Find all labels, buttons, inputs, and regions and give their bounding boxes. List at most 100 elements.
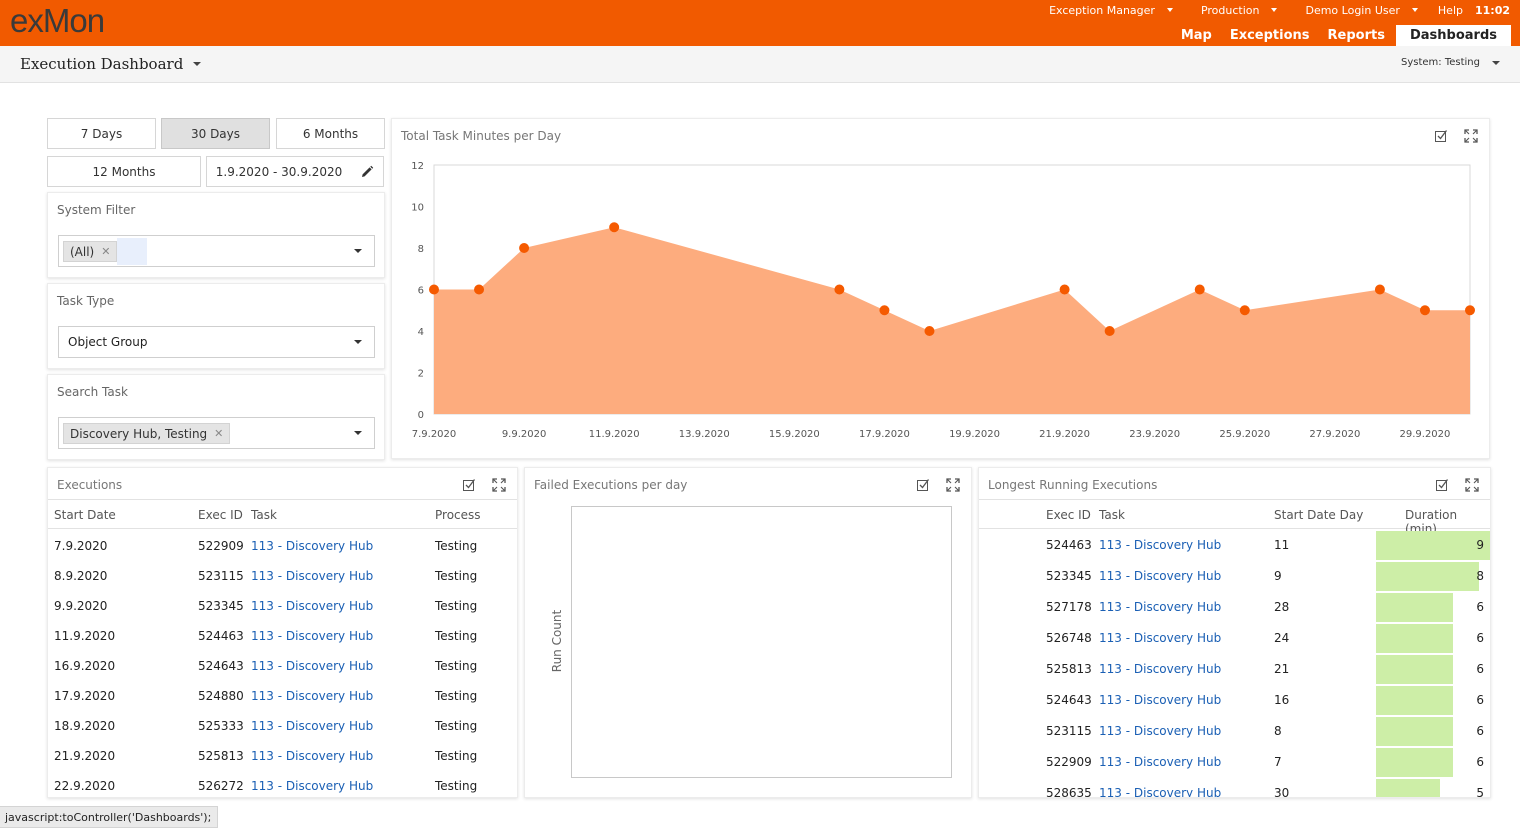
help-link[interactable]: Help — [1432, 4, 1469, 17]
exmon-logo[interactable]: ex Mon — [10, 2, 105, 42]
table-row[interactable]: 523115 113 - Discovery Hub 8 6 — [979, 716, 1490, 747]
task-link[interactable]: 113 - Discovery Hub — [251, 779, 373, 793]
checklist-icon[interactable] — [1434, 477, 1450, 493]
checklist-icon[interactable] — [915, 477, 931, 493]
range-12-months-button[interactable]: 12 Months — [47, 156, 201, 187]
tag-label: (All) — [70, 244, 95, 259]
task-link[interactable]: 113 - Discovery Hub — [251, 539, 373, 553]
chevron-down-icon[interactable] — [354, 340, 362, 344]
system-filter-select[interactable]: (All) ✕ — [58, 235, 375, 267]
data-point — [1059, 284, 1070, 295]
task-link[interactable]: 113 - Discovery Hub — [251, 659, 373, 673]
duration-cell: 6 — [1476, 600, 1484, 614]
user-menu[interactable]: Demo Login User — [1291, 4, 1431, 17]
exec-id-cell: 528635 — [1046, 786, 1092, 798]
executions-card: Executions Start Date Exec ID Task Proce… — [47, 467, 518, 798]
edit-date-range-button[interactable] — [351, 156, 384, 187]
duration-cell: 6 — [1476, 724, 1484, 738]
nav-exceptions[interactable]: Exceptions — [1221, 28, 1319, 46]
table-row[interactable]: 522909 113 - Discovery Hub 7 6 — [979, 747, 1490, 778]
task-type-select[interactable]: Object Group — [58, 326, 375, 358]
checklist-icon[interactable] — [461, 477, 477, 493]
expand-icon[interactable] — [1464, 477, 1480, 493]
task-link[interactable]: 113 - Discovery Hub — [1099, 631, 1221, 645]
task-link[interactable]: 113 - Discovery Hub — [251, 569, 373, 583]
col-exec-id[interactable]: Exec ID — [198, 508, 243, 522]
start-day-cell: 7 — [1274, 755, 1282, 769]
x-tick-label: 21.9.2020 — [1039, 429, 1090, 440]
date-range-button[interactable]: 1.9.2020 - 30.9.2020 — [206, 156, 352, 187]
search-task-select[interactable]: Discovery Hub, Testing ✕ — [58, 417, 375, 449]
start-date-cell: 7.9.2020 — [54, 539, 108, 553]
range-7-days-button[interactable]: 7 Days — [47, 118, 156, 149]
table-row[interactable]: 528635 113 - Discovery Hub 30 5 — [979, 778, 1490, 798]
col-start-date[interactable]: Start Date — [54, 508, 116, 522]
table-row[interactable]: 7.9.2020 522909 113 - Discovery Hub Testing — [48, 531, 517, 561]
expand-icon[interactable] — [491, 477, 507, 493]
col-task[interactable]: Task — [251, 508, 277, 522]
task-link[interactable]: 113 - Discovery Hub — [1099, 786, 1221, 797]
data-point — [609, 222, 620, 233]
table-row[interactable]: 527178 113 - Discovery Hub 28 6 — [979, 592, 1490, 623]
exec-id-cell: 524463 — [198, 629, 244, 643]
nav-reports[interactable]: Reports — [1319, 28, 1394, 46]
table-row[interactable]: 21.9.2020 525813 113 - Discovery Hub Testin… — [48, 741, 517, 771]
expand-icon[interactable] — [945, 477, 961, 493]
table-row[interactable]: 9.9.2020 523345 113 - Discovery Hub Testing — [48, 591, 517, 621]
exec-id-cell: 523345 — [1046, 569, 1092, 583]
task-link[interactable]: 113 - Discovery Hub — [251, 599, 373, 613]
table-row[interactable]: 523345 113 - Discovery Hub 9 8 — [979, 561, 1490, 592]
data-point — [1104, 326, 1115, 336]
duration-bar — [1376, 717, 1454, 746]
table-row[interactable]: 16.9.2020 524643 113 - Discovery Hub Testin… — [48, 651, 517, 681]
table-row[interactable]: 524463 113 - Discovery Hub 11 9 — [979, 530, 1490, 561]
range-6-months-button[interactable]: 6 Months — [276, 118, 385, 149]
task-minutes-chart-card: Total Task Minutes per Day 0 2 4 6 8 10 12 7.9.… — [391, 118, 1490, 459]
environment-menu[interactable]: Production — [1187, 4, 1292, 17]
x-tick-label: 13.9.2020 — [679, 429, 730, 440]
col-start-date-day[interactable]: Start Date Day — [1274, 508, 1363, 522]
col-exec-id[interactable]: Exec ID — [1046, 508, 1091, 522]
task-link[interactable]: 113 - Discovery Hub — [1099, 662, 1221, 676]
data-point — [1374, 284, 1385, 295]
remove-tag-icon[interactable]: ✕ — [214, 427, 223, 440]
chevron-down-icon[interactable] — [354, 249, 362, 253]
nav-dashboards[interactable]: Dashboards — [1395, 25, 1511, 46]
remove-tag-icon[interactable]: ✕ — [101, 245, 110, 258]
task-link[interactable]: 113 - Discovery Hub — [251, 749, 373, 763]
task-link[interactable]: 113 - Discovery Hub — [1099, 600, 1221, 614]
chevron-down-icon[interactable] — [354, 431, 362, 435]
exec-id-cell: 525813 — [1046, 662, 1092, 676]
nav-map[interactable]: Map — [1172, 28, 1221, 46]
table-row[interactable]: 17.9.2020 524880 113 - Discovery Hub Testin… — [48, 681, 517, 711]
task-link[interactable]: 113 - Discovery Hub — [251, 719, 373, 733]
task-link[interactable]: 113 - Discovery Hub — [1099, 693, 1221, 707]
task-link[interactable]: 113 - Discovery Hub — [251, 689, 373, 703]
col-process[interactable]: Process — [435, 508, 481, 522]
task-link[interactable]: 113 - Discovery Hub — [1099, 538, 1221, 552]
task-link[interactable]: 113 - Discovery Hub — [1099, 724, 1221, 738]
dashboard-selector[interactable]: Execution Dashboard — [20, 55, 202, 73]
table-row[interactable]: 18.9.2020 525333 113 - Discovery Hub Testin… — [48, 711, 517, 741]
table-row[interactable]: 525813 113 - Discovery Hub 21 6 — [979, 654, 1490, 685]
search-cursor[interactable] — [117, 238, 147, 265]
task-link[interactable]: 113 - Discovery Hub — [1099, 755, 1221, 769]
y-tick-label: 10 — [411, 203, 424, 214]
pencil-icon — [362, 165, 374, 177]
table-row[interactable]: 8.9.2020 523115 113 - Discovery Hub Testing — [48, 561, 517, 591]
system-selector[interactable]: System: Testing — [1401, 57, 1500, 68]
col-task[interactable]: Task — [1099, 508, 1125, 522]
task-link[interactable]: 113 - Discovery Hub — [251, 629, 373, 643]
exec-id-cell: 524463 — [1046, 538, 1092, 552]
table-row[interactable]: 22.9.2020 526272 113 - Discovery Hub Testin… — [48, 771, 517, 797]
task-link[interactable]: 113 - Discovery Hub — [1099, 569, 1221, 583]
process-cell: Testing — [435, 659, 478, 673]
duration-cell: 6 — [1476, 662, 1484, 676]
table-row[interactable]: 524643 113 - Discovery Hub 16 6 — [979, 685, 1490, 716]
range-30-days-button[interactable]: 30 Days — [161, 118, 270, 149]
exec-id-cell: 522909 — [198, 539, 244, 553]
table-row[interactable]: 11.9.2020 524463 113 - Discovery Hub Testin… — [48, 621, 517, 651]
status-bar-url: javascript:toController('Dashboards'); — [0, 806, 219, 828]
exception-manager-menu[interactable]: Exception Manager — [1035, 4, 1187, 17]
table-row[interactable]: 526748 113 - Discovery Hub 24 6 — [979, 623, 1490, 654]
